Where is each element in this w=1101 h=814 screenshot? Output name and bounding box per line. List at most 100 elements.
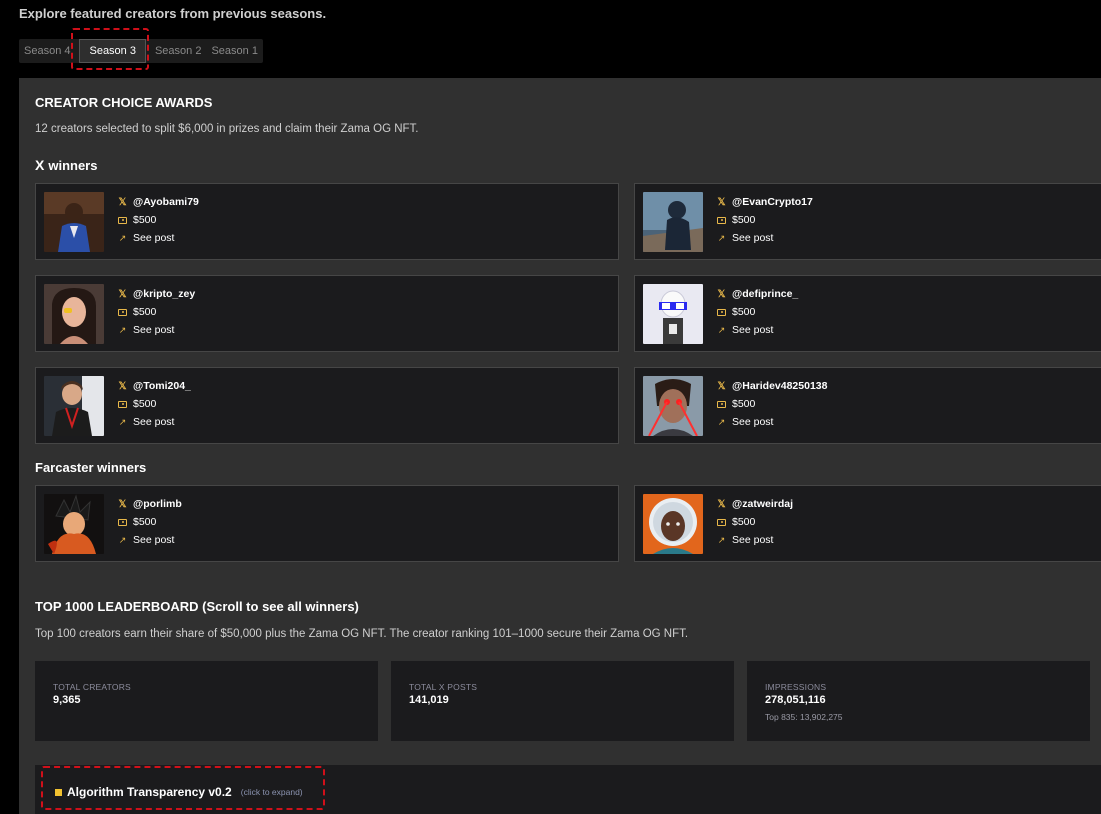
stat-label: TOTAL X POSTS [409, 682, 478, 692]
algorithm-transparency-panel: Algorithm Transparency v0.2 (click to ex… [35, 765, 1101, 814]
x-logo-icon: 𝕏 [717, 196, 726, 208]
winner-handle: @Haridev48250138 [732, 380, 828, 392]
money-icon [717, 216, 726, 224]
winner-handle: @kripto_zey [133, 288, 196, 300]
winner-card: 𝕏 @Tomi204_ $500 ↗ See post [35, 367, 619, 444]
see-post-link[interactable]: ↗ See post [118, 413, 191, 431]
winner-prize: $500 [732, 306, 756, 318]
see-post-label: See post [732, 416, 774, 428]
square-bullet-icon [55, 788, 62, 796]
winner-handle: @EvanCrypto17 [732, 196, 813, 208]
see-post-link[interactable]: ↗ See post [717, 531, 793, 549]
avatar [44, 494, 104, 554]
x-logo-icon: 𝕏 [717, 288, 726, 300]
tab-season-3[interactable]: Season 3 [79, 39, 146, 63]
expand-hint: (click to expand) [240, 787, 303, 797]
winner-handle: @zatweirdaj [732, 498, 794, 510]
money-icon [118, 216, 127, 224]
winner-prize: $500 [133, 306, 157, 318]
tab-season-4[interactable]: Season 4 [19, 39, 75, 63]
money-icon [717, 518, 726, 526]
external-link-icon: ↗ [118, 232, 127, 243]
see-post-label: See post [732, 324, 774, 336]
external-link-icon: ↗ [118, 324, 127, 335]
tab-season-1[interactable]: Season 1 [206, 39, 262, 63]
see-post-label: See post [732, 232, 774, 244]
external-link-icon: ↗ [717, 232, 726, 243]
stat-label: IMPRESSIONS [765, 682, 827, 692]
intro-text: Explore featured creators from previous … [19, 6, 327, 21]
season-tabs: Season 4 Season 3 Season 2 Season 1 [19, 39, 263, 63]
winner-card: 𝕏 @Haridev48250138 $500 ↗ See post [634, 367, 1101, 444]
stat-label: TOTAL CREATORS [53, 682, 131, 692]
avatar [44, 284, 104, 344]
x-logo-icon: 𝕏 [118, 498, 127, 510]
winner-card: 𝕏 @zatweirdaj $500 ↗ See post [634, 485, 1101, 562]
winner-card: 𝕏 @EvanCrypto17 $500 ↗ See post [634, 183, 1101, 260]
winner-prize: $500 [732, 398, 756, 410]
x-winners-heading: X winners [35, 157, 97, 173]
money-icon [118, 308, 127, 316]
avatar [643, 376, 703, 436]
external-link-icon: ↗ [717, 416, 726, 427]
money-icon [118, 400, 127, 408]
see-post-label: See post [133, 232, 175, 244]
winner-handle: @Ayobami79 [133, 196, 199, 208]
stat-subtext: Top 835: 13,902,275 [765, 712, 843, 722]
winner-card: 𝕏 @Ayobami79 $500 ↗ See post [35, 183, 619, 260]
see-post-link[interactable]: ↗ See post [118, 229, 199, 247]
x-logo-icon: 𝕏 [118, 288, 127, 300]
winner-prize: $500 [133, 398, 157, 410]
season-panel: CREATOR CHOICE AWARDS 12 creators select… [19, 78, 1101, 814]
x-logo-icon: 𝕏 [118, 196, 127, 208]
external-link-icon: ↗ [717, 324, 726, 335]
external-link-icon: ↗ [118, 416, 127, 427]
external-link-icon: ↗ [717, 534, 726, 545]
avatar [643, 284, 703, 344]
algorithm-expand-toggle[interactable]: Algorithm Transparency v0.2 (click to ex… [55, 785, 303, 799]
winner-prize: $500 [133, 516, 157, 528]
farcaster-winners-heading: Farcaster winners [35, 460, 147, 475]
algorithm-title: Algorithm Transparency v0.2 [67, 785, 232, 799]
winner-handle: @defiprince_ [732, 288, 799, 300]
winner-card: 𝕏 @defiprince_ $500 ↗ See post [634, 275, 1101, 352]
see-post-label: See post [133, 324, 175, 336]
avatar [643, 494, 703, 554]
leaderboard-description: Top 100 creators earn their share of $50… [35, 628, 689, 640]
stat-value: 9,365 [53, 694, 81, 706]
stat-value: 141,019 [409, 694, 449, 706]
x-logo-icon: X [35, 157, 45, 173]
external-link-icon: ↗ [118, 534, 127, 545]
awards-title: CREATOR CHOICE AWARDS [35, 95, 213, 110]
see-post-label: See post [133, 534, 175, 546]
tab-season-2[interactable]: Season 2 [150, 39, 206, 63]
winner-card: 𝕏 @kripto_zey $500 ↗ See post [35, 275, 619, 352]
leaderboard-title: TOP 1000 LEADERBOARD (Scroll to see all … [35, 599, 359, 614]
winner-handle: @porlimb [133, 498, 182, 510]
stat-card-impressions: IMPRESSIONS 278,051,116 Top 835: 13,902,… [747, 661, 1090, 741]
x-logo-icon: 𝕏 [717, 498, 726, 510]
stat-value: 278,051,116 [765, 694, 826, 706]
winner-card: 𝕏 @porlimb $500 ↗ See post [35, 485, 619, 562]
stat-card-total-creators: TOTAL CREATORS 9,365 [35, 661, 378, 741]
winner-handle: @Tomi204_ [133, 380, 191, 392]
money-icon [118, 518, 127, 526]
see-post-link[interactable]: ↗ See post [717, 321, 798, 339]
see-post-label: See post [732, 534, 774, 546]
x-logo-icon: 𝕏 [118, 380, 127, 392]
winner-prize: $500 [732, 516, 756, 528]
see-post-label: See post [133, 416, 175, 428]
see-post-link[interactable]: ↗ See post [118, 321, 195, 339]
avatar [44, 192, 104, 252]
winner-prize: $500 [732, 214, 756, 226]
see-post-link[interactable]: ↗ See post [717, 229, 813, 247]
money-icon [717, 308, 726, 316]
avatar [643, 192, 703, 252]
winner-prize: $500 [133, 214, 157, 226]
stat-card-total-posts: TOTAL X POSTS 141,019 [391, 661, 734, 741]
awards-description: 12 creators selected to split $6,000 in … [35, 123, 419, 135]
avatar [44, 376, 104, 436]
see-post-link[interactable]: ↗ See post [717, 413, 827, 431]
x-logo-icon: 𝕏 [717, 380, 726, 392]
see-post-link[interactable]: ↗ See post [118, 531, 182, 549]
